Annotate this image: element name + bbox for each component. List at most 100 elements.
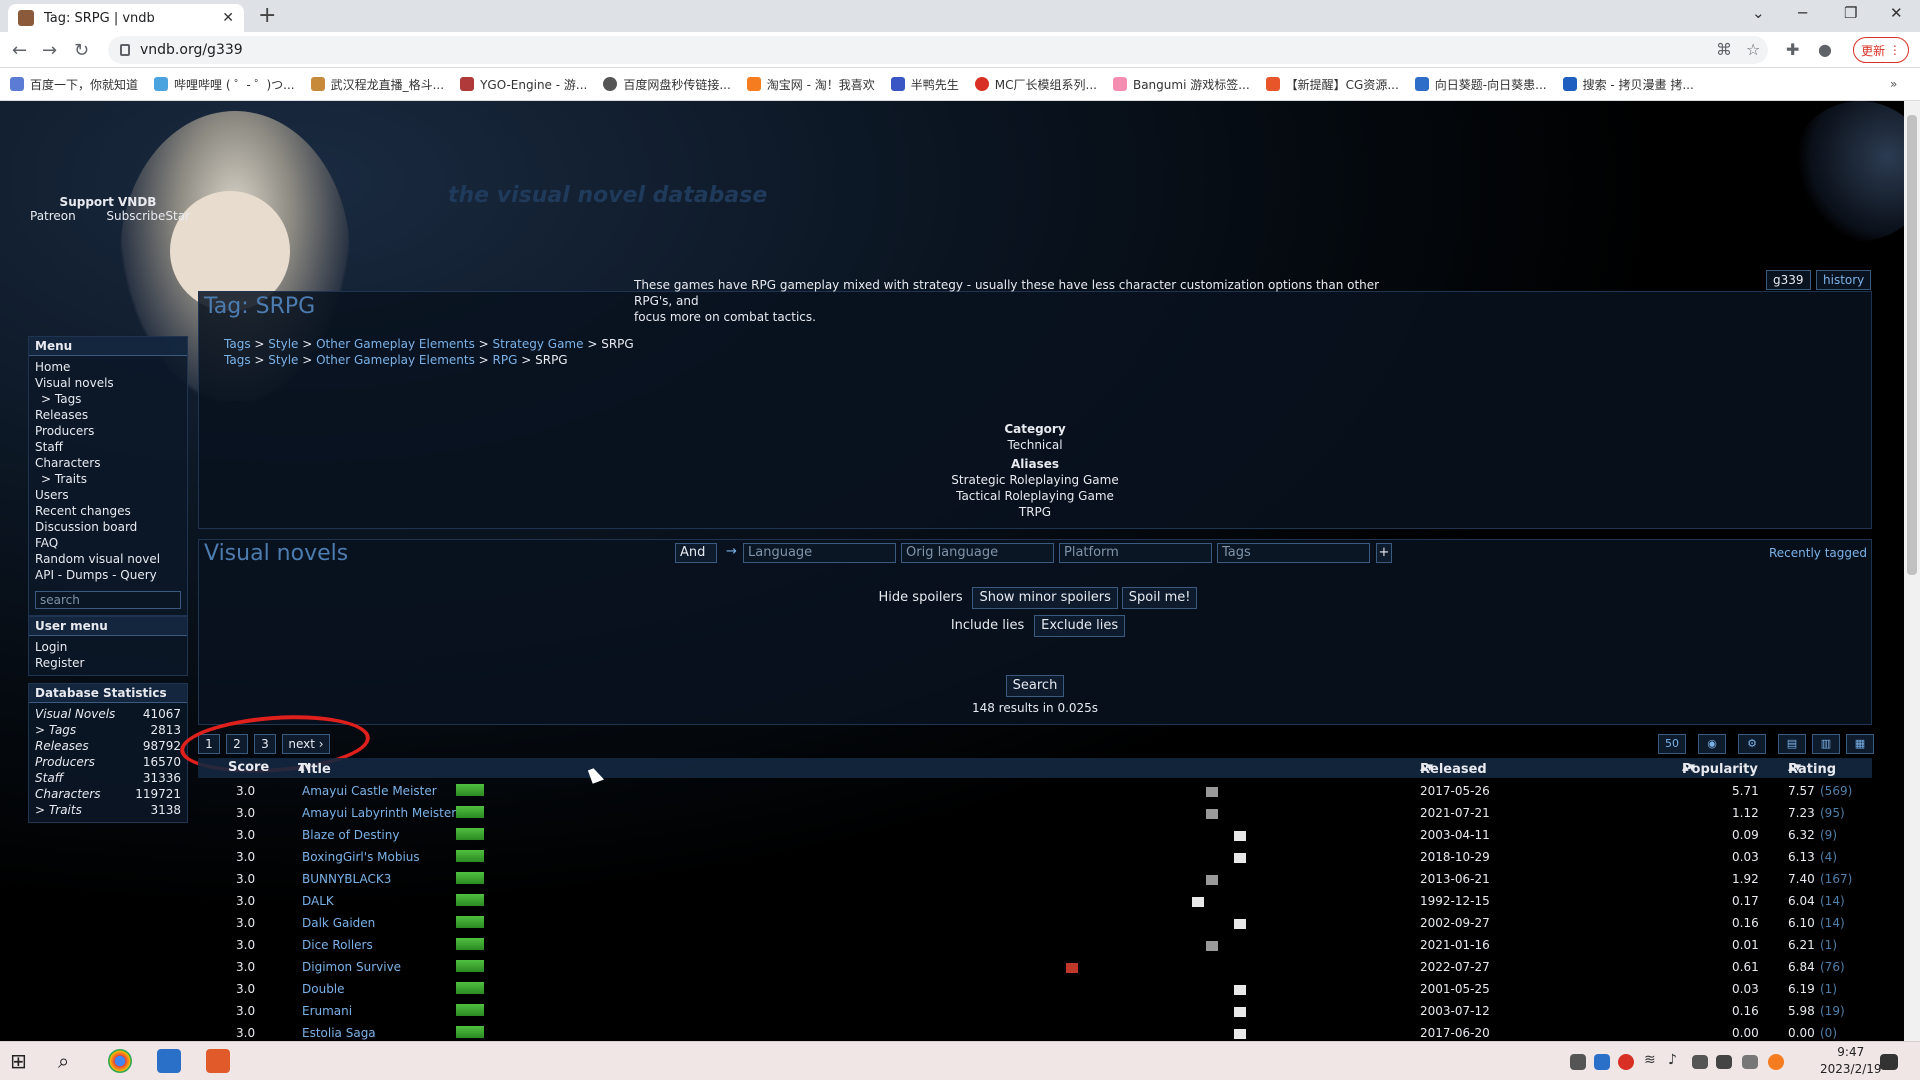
- table-row[interactable]: 3.0 Double 2001-05-25 0.03 6.19 (1): [198, 979, 1872, 1001]
- app-taskbar-icon[interactable]: [206, 1049, 230, 1073]
- page-scrollbar[interactable]: [1904, 101, 1920, 1041]
- tab-search-icon[interactable]: ⌄: [1752, 4, 1765, 22]
- bookmark-item[interactable]: 【新提醒】CG资源...: [1265, 76, 1399, 93]
- profile-icon[interactable]: ●: [1818, 40, 1832, 59]
- omnibox[interactable]: vndb.org/g339: [108, 36, 1768, 64]
- translate-icon[interactable]: ⌘: [1716, 40, 1732, 59]
- bookmark-item[interactable]: 半鸭先生: [890, 76, 959, 93]
- crumb-link[interactable]: Tags: [224, 353, 251, 367]
- row-title-link[interactable]: Dalk Gaiden: [302, 916, 375, 930]
- tray-icon[interactable]: [1570, 1054, 1586, 1070]
- bookmark-item[interactable]: Bangumi 游戏标签...: [1112, 76, 1250, 93]
- table-row[interactable]: 3.0 Amayui Castle Meister 2017-05-26 5.71 7.…: [198, 781, 1872, 803]
- table-row[interactable]: 3.0 BoxingGirl's Mobius 2018-10-29 0.03 6.13…: [198, 847, 1872, 869]
- restore-icon[interactable]: ❐: [1844, 4, 1857, 22]
- login-link[interactable]: Login: [35, 639, 181, 655]
- back-icon[interactable]: ←: [12, 40, 27, 61]
- grid-view-icon[interactable]: ▦: [1846, 734, 1874, 754]
- reload-icon[interactable]: ↻: [74, 40, 89, 61]
- card-view-icon[interactable]: ▥: [1812, 734, 1840, 754]
- close-window-icon[interactable]: ✕: [1890, 4, 1903, 22]
- crumb-link[interactable]: Other Gameplay Elements: [316, 337, 475, 351]
- add-filter-button[interactable]: +: [1376, 543, 1392, 563]
- tab-history[interactable]: history: [1816, 270, 1872, 290]
- results-per-page-button[interactable]: 50: [1658, 734, 1686, 754]
- bookmark-item[interactable]: YGO-Engine - 游...: [460, 76, 587, 93]
- scrollbar-thumb[interactable]: [1907, 115, 1917, 575]
- wifi-icon[interactable]: ≋: [1644, 1052, 1656, 1076]
- crumb-link[interactable]: Style: [268, 337, 298, 351]
- stat-row[interactable]: Releases 98792: [35, 738, 181, 754]
- bookmark-item[interactable]: MC厂长模组系列...: [974, 76, 1097, 93]
- stat-row[interactable]: Producers 16570: [35, 754, 181, 770]
- tab-g339[interactable]: g339: [1766, 270, 1811, 290]
- menu-item-discussion-board[interactable]: Discussion board: [35, 519, 181, 535]
- tray-icon[interactable]: [1594, 1054, 1610, 1070]
- site-title[interactable]: the visual novel database: [448, 183, 767, 208]
- row-title-link[interactable]: Amayui Labyrinth Meister: [302, 806, 456, 820]
- table-row[interactable]: 3.0 Digimon Survive 2022-07-27 0.61 6.84 (76): [198, 957, 1872, 979]
- crumb-link[interactable]: Tags: [224, 337, 251, 351]
- table-row[interactable]: 3.0 Dice Rollers 2021-01-16 0.01 6.21 (1): [198, 935, 1872, 957]
- search-button[interactable]: Search: [1005, 675, 1065, 697]
- row-title-link[interactable]: Digimon Survive: [302, 960, 401, 974]
- stat-row[interactable]: > Traits 3138: [35, 802, 181, 818]
- tray-icon[interactable]: [1742, 1055, 1758, 1069]
- row-title-link[interactable]: Double: [302, 982, 345, 996]
- extensions-icon[interactable]: ✚: [1786, 40, 1799, 59]
- and-selector[interactable]: And: [675, 543, 717, 563]
- menu-item-tags[interactable]: > Tags: [35, 391, 181, 407]
- menu-item-random-vn[interactable]: Random visual novel: [35, 551, 181, 567]
- notification-icon[interactable]: [1880, 1054, 1898, 1070]
- menu-item-producers[interactable]: Producers: [35, 423, 181, 439]
- subscribestar-link[interactable]: SubscribeStar: [106, 209, 190, 223]
- battery-icon[interactable]: [1716, 1055, 1732, 1069]
- table-row[interactable]: 3.0 DALK 1992-12-15 0.17 6.04 (14): [198, 891, 1872, 913]
- tray-icon[interactable]: [1768, 1054, 1784, 1070]
- windows-start-icon[interactable]: ⊞: [10, 1049, 27, 1073]
- row-title-link[interactable]: Amayui Castle Meister: [302, 784, 437, 798]
- show-minor-spoilers-button[interactable]: Show minor spoilers: [972, 587, 1118, 609]
- menu-item-visual-novels[interactable]: Visual novels: [35, 375, 181, 391]
- bookmark-item[interactable]: 百度网盘秒传链接...: [603, 76, 731, 93]
- bookmark-item[interactable]: 淘宝网 - 淘！我喜欢: [746, 76, 875, 93]
- row-title-link[interactable]: Blaze of Destiny: [302, 828, 399, 842]
- row-title-link[interactable]: Estolia Saga: [302, 1026, 376, 1040]
- settings-icon[interactable]: ⚙: [1738, 734, 1766, 754]
- row-title-link[interactable]: BUNNYBLACK3: [302, 872, 391, 886]
- col-released[interactable]: Released ▴▾: [1420, 760, 1487, 777]
- spoil-me-button[interactable]: Spoil me!: [1121, 587, 1198, 609]
- volume-icon[interactable]: ♪: [1668, 1052, 1677, 1076]
- crumb-link[interactable]: RPG: [493, 353, 518, 367]
- list-view-icon[interactable]: ▤: [1778, 734, 1806, 754]
- stat-row[interactable]: > Tags 2813: [35, 722, 181, 738]
- col-rating[interactable]: Rating ▴▾: [1788, 760, 1836, 777]
- menu-item-staff[interactable]: Staff: [35, 439, 181, 455]
- more-bookmarks-icon[interactable]: »: [1890, 77, 1897, 91]
- row-title-link[interactable]: Erumani: [302, 1004, 352, 1018]
- exclude-lies-button[interactable]: Exclude lies: [1034, 615, 1126, 637]
- update-button[interactable]: 更新 ⋮: [1853, 37, 1909, 63]
- menu-item-recent-changes[interactable]: Recent changes: [35, 503, 181, 519]
- menu-item-traits[interactable]: > Traits: [35, 471, 181, 487]
- eye-icon[interactable]: ◉: [1698, 734, 1726, 754]
- table-row[interactable]: 3.0 Dalk Gaiden 2002-09-27 0.16 6.10 (14): [198, 913, 1872, 935]
- menu-item-characters[interactable]: Characters: [35, 455, 181, 471]
- search-icon[interactable]: ⌕: [58, 1049, 69, 1073]
- bookmark-item[interactable]: 哔哩哔哩 ( ゜- ゜)つ...: [154, 76, 295, 93]
- bookmark-item[interactable]: 百度一下，你就知道: [10, 76, 138, 93]
- forward-icon[interactable]: →: [42, 40, 57, 61]
- stat-row[interactable]: Staff 31336: [35, 770, 181, 786]
- crumb-link[interactable]: Other Gameplay Elements: [316, 353, 475, 367]
- stat-row[interactable]: Characters 119721: [35, 786, 181, 802]
- system-clock[interactable]: 9:47 2023/2/19: [1820, 1044, 1882, 1078]
- recently-tagged-link[interactable]: Recently tagged: [1769, 546, 1867, 560]
- table-row[interactable]: 3.0 Blaze of Destiny 2003-04-11 0.09 6.32 (9): [198, 825, 1872, 847]
- col-popularity[interactable]: Popularity ▴▾: [1682, 760, 1758, 777]
- minimize-icon[interactable]: ─: [1798, 4, 1807, 22]
- menu-item-users[interactable]: Users: [35, 487, 181, 503]
- table-row[interactable]: 3.0 Amayui Labyrinth Meister 2021-07-21 1.1…: [198, 803, 1872, 825]
- crumb-link[interactable]: Strategy Game: [493, 337, 584, 351]
- table-row[interactable]: 3.0 Erumani 2003-07-12 0.16 5.98 (19): [198, 1001, 1872, 1023]
- menu-item-releases[interactable]: Releases: [35, 407, 181, 423]
